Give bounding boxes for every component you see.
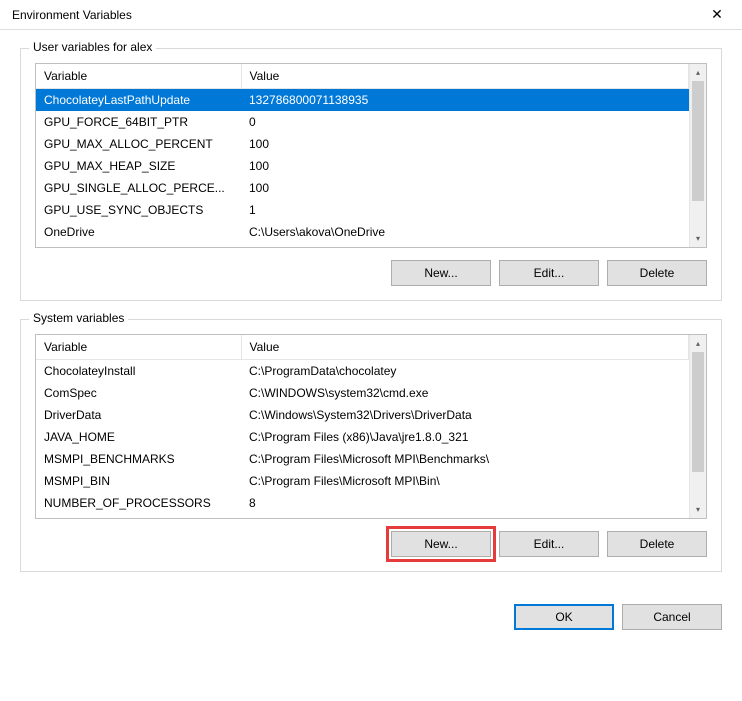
- system-variables-table-wrap: Variable Value ChocolateyInstallC:\Progr…: [35, 334, 707, 519]
- cancel-button[interactable]: Cancel: [622, 604, 722, 630]
- cell-variable: NUMBER_OF_PROCESSORS: [36, 492, 241, 514]
- table-row[interactable]: MSMPI_BINC:\Program Files\Microsoft MPI\…: [36, 470, 689, 492]
- system-button-row: New... Edit... Delete: [35, 531, 707, 557]
- user-delete-button[interactable]: Delete: [607, 260, 707, 286]
- cell-variable: GPU_MAX_ALLOC_PERCENT: [36, 133, 241, 155]
- cell-value: C:\Users\akova\OneDrive: [241, 221, 689, 243]
- cell-variable: GPU_MAX_HEAP_SIZE: [36, 155, 241, 177]
- cell-variable: JAVA_HOME: [36, 426, 241, 448]
- cell-variable: DriverData: [36, 404, 241, 426]
- table-row[interactable]: GPU_MAX_ALLOC_PERCENT100: [36, 133, 689, 155]
- user-edit-button[interactable]: Edit...: [499, 260, 599, 286]
- user-variables-table-wrap: Variable Value ChocolateyLastPathUpdate1…: [35, 63, 707, 248]
- cell-value: 100: [241, 177, 689, 199]
- table-row[interactable]: JAVA_HOMEC:\Program Files (x86)\Java\jre…: [36, 426, 689, 448]
- table-row[interactable]: ComSpecC:\WINDOWS\system32\cmd.exe: [36, 382, 689, 404]
- scroll-up-icon[interactable]: ▴: [690, 335, 706, 352]
- table-row[interactable]: OneDriveC:\Users\akova\OneDrive: [36, 221, 689, 243]
- cell-variable: GPU_USE_SYNC_OBJECTS: [36, 199, 241, 221]
- user-col-variable[interactable]: Variable: [36, 64, 241, 89]
- cell-value: C:\Windows\System32\Drivers\DriverData: [241, 404, 689, 426]
- scroll-down-icon[interactable]: ▾: [690, 501, 706, 518]
- titlebar: Environment Variables ✕: [0, 0, 742, 30]
- system-variables-table-scroll[interactable]: Variable Value ChocolateyInstallC:\Progr…: [36, 335, 689, 518]
- system-scrollbar[interactable]: ▴ ▾: [689, 335, 706, 518]
- table-row[interactable]: DriverDataC:\Windows\System32\Drivers\Dr…: [36, 404, 689, 426]
- user-variables-table: Variable Value ChocolateyLastPathUpdate1…: [36, 64, 689, 243]
- cell-value: 132786800071138935: [241, 89, 689, 112]
- window-title: Environment Variables: [12, 8, 132, 22]
- cell-value: C:\ProgramData\chocolatey: [241, 360, 689, 383]
- scroll-up-icon[interactable]: ▴: [690, 64, 706, 81]
- cell-variable: GPU_FORCE_64BIT_PTR: [36, 111, 241, 133]
- scroll-thumb[interactable]: [692, 81, 704, 201]
- user-variables-table-scroll[interactable]: Variable Value ChocolateyLastPathUpdate1…: [36, 64, 689, 247]
- user-variables-label: User variables for alex: [29, 40, 156, 54]
- scroll-down-icon[interactable]: ▾: [690, 230, 706, 247]
- system-new-button[interactable]: New...: [391, 531, 491, 557]
- system-col-variable[interactable]: Variable: [36, 335, 241, 360]
- cell-value: C:\Program Files\Microsoft MPI\Bin\: [241, 470, 689, 492]
- dialog-footer: OK Cancel: [0, 604, 742, 644]
- ok-button[interactable]: OK: [514, 604, 614, 630]
- system-variables-table: Variable Value ChocolateyInstallC:\Progr…: [36, 335, 689, 514]
- cell-value: 8: [241, 492, 689, 514]
- scroll-thumb[interactable]: [692, 352, 704, 472]
- cell-value: C:\WINDOWS\system32\cmd.exe: [241, 382, 689, 404]
- user-new-button[interactable]: New...: [391, 260, 491, 286]
- table-row[interactable]: NUMBER_OF_PROCESSORS8: [36, 492, 689, 514]
- user-col-value[interactable]: Value: [241, 64, 689, 89]
- user-button-row: New... Edit... Delete: [35, 260, 707, 286]
- system-edit-button[interactable]: Edit...: [499, 531, 599, 557]
- cell-value: C:\Program Files (x86)\Java\jre1.8.0_321: [241, 426, 689, 448]
- dialog-body: User variables for alex Variable Value C…: [0, 30, 742, 604]
- cell-variable: ChocolateyInstall: [36, 360, 241, 383]
- close-icon: ✕: [711, 6, 723, 23]
- cell-variable: MSMPI_BIN: [36, 470, 241, 492]
- table-row[interactable]: GPU_FORCE_64BIT_PTR0: [36, 111, 689, 133]
- table-row[interactable]: GPU_USE_SYNC_OBJECTS1: [36, 199, 689, 221]
- table-row[interactable]: MSMPI_BENCHMARKSC:\Program Files\Microso…: [36, 448, 689, 470]
- user-scrollbar[interactable]: ▴ ▾: [689, 64, 706, 247]
- cell-value: 0: [241, 111, 689, 133]
- table-row[interactable]: GPU_SINGLE_ALLOC_PERCE...100: [36, 177, 689, 199]
- system-col-value[interactable]: Value: [241, 335, 689, 360]
- table-row[interactable]: ChocolateyInstallC:\ProgramData\chocolat…: [36, 360, 689, 383]
- table-row[interactable]: ChocolateyLastPathUpdate1327868000711389…: [36, 89, 689, 112]
- cell-value: C:\Program Files\Microsoft MPI\Benchmark…: [241, 448, 689, 470]
- user-variables-group: User variables for alex Variable Value C…: [20, 48, 722, 301]
- close-button[interactable]: ✕: [697, 1, 737, 29]
- system-variables-group: System variables Variable Value Chocolat…: [20, 319, 722, 572]
- table-row[interactable]: GPU_MAX_HEAP_SIZE100: [36, 155, 689, 177]
- cell-variable: ChocolateyLastPathUpdate: [36, 89, 241, 112]
- cell-variable: ComSpec: [36, 382, 241, 404]
- cell-value: 100: [241, 155, 689, 177]
- cell-variable: GPU_SINGLE_ALLOC_PERCE...: [36, 177, 241, 199]
- cell-value: 1: [241, 199, 689, 221]
- cell-variable: MSMPI_BENCHMARKS: [36, 448, 241, 470]
- system-variables-label: System variables: [29, 311, 128, 325]
- cell-value: 100: [241, 133, 689, 155]
- cell-variable: OneDrive: [36, 221, 241, 243]
- system-delete-button[interactable]: Delete: [607, 531, 707, 557]
